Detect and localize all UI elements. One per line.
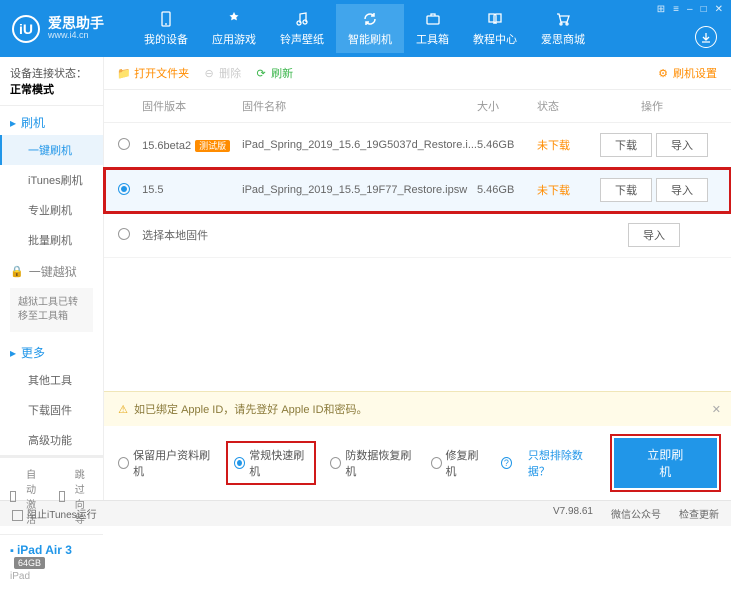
start-flash-button[interactable]: 立即刷机	[614, 438, 717, 488]
sidebar-section-jailbreak[interactable]: 🔒一键越狱	[0, 255, 103, 284]
block-itunes-checkbox[interactable]	[12, 510, 23, 521]
version-label: V7.98.61	[553, 506, 593, 521]
download-button[interactable]: 下载	[600, 178, 652, 202]
titlebar: iU 爱思助手 www.i4.cn 我的设备 应用游戏 铃声壁纸 智能刷机 工具…	[0, 0, 731, 57]
maximize-icon[interactable]: □	[701, 4, 707, 15]
sidebar-item-oneclick[interactable]: 一键刷机	[0, 135, 103, 165]
status-bar: 阻止iTunes运行 V7.98.61 微信公众号 检查更新	[0, 500, 731, 526]
phone-icon	[157, 10, 175, 28]
firmware-row-selected[interactable]: 15.5 iPad_Spring_2019_15.5_19F77_Restore…	[104, 168, 731, 213]
nav-toolbox[interactable]: 工具箱	[404, 4, 461, 53]
import-button[interactable]: 导入	[628, 223, 680, 247]
flash-icon: ▸	[10, 116, 16, 130]
device-info[interactable]: ▪ iPad Air 3 64GB iPad	[0, 534, 103, 590]
beta-badge: 测试版	[195, 140, 230, 152]
sidebar: 设备连接状态：正常模式 ▸刷机 一键刷机 iTunes刷机 专业刷机 批量刷机 …	[0, 57, 104, 500]
trash-icon: ⊖	[203, 67, 215, 79]
sidebar-section-more[interactable]: ▸更多	[0, 336, 103, 365]
lock-icon: 🔒	[10, 265, 24, 278]
more-icon: ▸	[10, 346, 16, 360]
connection-status: 设备连接状态：正常模式	[0, 57, 103, 106]
device-icon: ▪	[10, 545, 14, 557]
refresh-button[interactable]: ⟳刷新	[255, 65, 293, 81]
firmware-row[interactable]: 15.6beta2测试版 iPad_Spring_2019_15.6_19G50…	[104, 123, 731, 168]
nav-flash[interactable]: 智能刷机	[336, 4, 404, 53]
auto-activate-checkbox[interactable]	[10, 491, 16, 502]
radio-unchecked[interactable]	[118, 138, 130, 150]
book-icon	[486, 10, 504, 28]
opt-normal-flash[interactable]: 常规快速刷机	[228, 443, 314, 483]
download-manager-button[interactable]	[695, 26, 717, 48]
settings-icon[interactable]: ⊞	[657, 4, 665, 15]
refresh-icon	[361, 10, 379, 28]
main-panel: 📁打开文件夹 ⊖删除 ⟳刷新 ⚙刷机设置 固件版本 固件名称 大小 状态 操作 …	[104, 57, 731, 500]
help-icon[interactable]: ?	[501, 457, 512, 469]
check-update-link[interactable]: 检查更新	[679, 506, 719, 521]
sidebar-item-batch[interactable]: 批量刷机	[0, 225, 103, 255]
toolbox-icon	[424, 10, 442, 28]
sidebar-section-flash[interactable]: ▸刷机	[0, 106, 103, 135]
nav-ringtones[interactable]: 铃声壁纸	[268, 4, 336, 53]
refresh-icon: ⟳	[255, 67, 267, 79]
exclude-data-link[interactable]: 只想排除数据？	[528, 447, 598, 479]
music-icon	[293, 10, 311, 28]
nav-apps[interactable]: 应用游戏	[200, 4, 268, 53]
minimize-icon[interactable]: –	[687, 4, 693, 15]
opt-anti-recovery[interactable]: 防数据恢复刷机	[330, 447, 414, 479]
sidebar-item-other[interactable]: 其他工具	[0, 365, 103, 395]
nav-tutorials[interactable]: 教程中心	[461, 4, 529, 53]
wechat-link[interactable]: 微信公众号	[611, 506, 661, 521]
logo-icon: iU	[12, 15, 40, 43]
sidebar-item-advanced[interactable]: 高级功能	[0, 425, 103, 455]
radio-unchecked[interactable]	[118, 228, 130, 240]
import-button[interactable]: 导入	[656, 178, 708, 202]
nav-store[interactable]: 爱思商城	[529, 4, 597, 53]
app-name: 爱思助手	[48, 16, 104, 31]
download-button[interactable]: 下载	[600, 133, 652, 157]
gear-icon: ⚙	[657, 67, 669, 79]
sidebar-item-pro[interactable]: 专业刷机	[0, 195, 103, 225]
skip-guide-checkbox[interactable]	[59, 491, 65, 502]
sidebar-item-downloadfw[interactable]: 下载固件	[0, 395, 103, 425]
storage-badge: 64GB	[14, 557, 45, 569]
close-icon[interactable]: ✕	[715, 4, 723, 15]
status-badge: 未下载	[537, 182, 587, 198]
status-badge: 未下载	[537, 137, 587, 153]
opt-repair[interactable]: 修复刷机	[431, 447, 485, 479]
menu-icon[interactable]: ≡	[673, 4, 679, 15]
opt-keep-data[interactable]: 保留用户资料刷机	[118, 447, 212, 479]
delete-button[interactable]: ⊖删除	[203, 65, 241, 81]
warning-icon: ⚠	[118, 403, 128, 416]
nav-my-device[interactable]: 我的设备	[132, 4, 200, 53]
cart-icon	[554, 10, 572, 28]
logo: iU 爱思助手 www.i4.cn	[12, 15, 104, 43]
open-folder-button[interactable]: 📁打开文件夹	[118, 65, 189, 81]
warning-banner: ⚠ 如已绑定 Apple ID，请先登好 Apple ID和密码。 ✕	[104, 391, 731, 426]
close-warning-button[interactable]: ✕	[712, 403, 721, 416]
table-header: 固件版本 固件名称 大小 状态 操作	[104, 90, 731, 123]
main-nav: 我的设备 应用游戏 铃声壁纸 智能刷机 工具箱 教程中心 爱思商城	[132, 4, 597, 53]
flash-options: 保留用户资料刷机 常规快速刷机 防数据恢复刷机 修复刷机 ? 只想排除数据？ 立…	[104, 426, 731, 500]
window-controls: ⊞ ≡ – □ ✕	[657, 4, 723, 15]
toolbar: 📁打开文件夹 ⊖删除 ⟳刷新 ⚙刷机设置	[104, 57, 731, 90]
local-firmware-row[interactable]: 选择本地固件 导入	[104, 213, 731, 258]
sidebar-footer-options: 自动激活 跳过向导	[0, 457, 103, 534]
app-icon	[225, 10, 243, 28]
sidebar-item-itunes[interactable]: iTunes刷机	[0, 165, 103, 195]
radio-checked[interactable]	[118, 183, 130, 195]
jailbreak-note: 越狱工具已转移至工具箱	[10, 288, 93, 332]
folder-icon: 📁	[118, 67, 130, 79]
app-url: www.i4.cn	[48, 31, 104, 41]
flash-settings-button[interactable]: ⚙刷机设置	[657, 65, 717, 81]
import-button[interactable]: 导入	[656, 133, 708, 157]
